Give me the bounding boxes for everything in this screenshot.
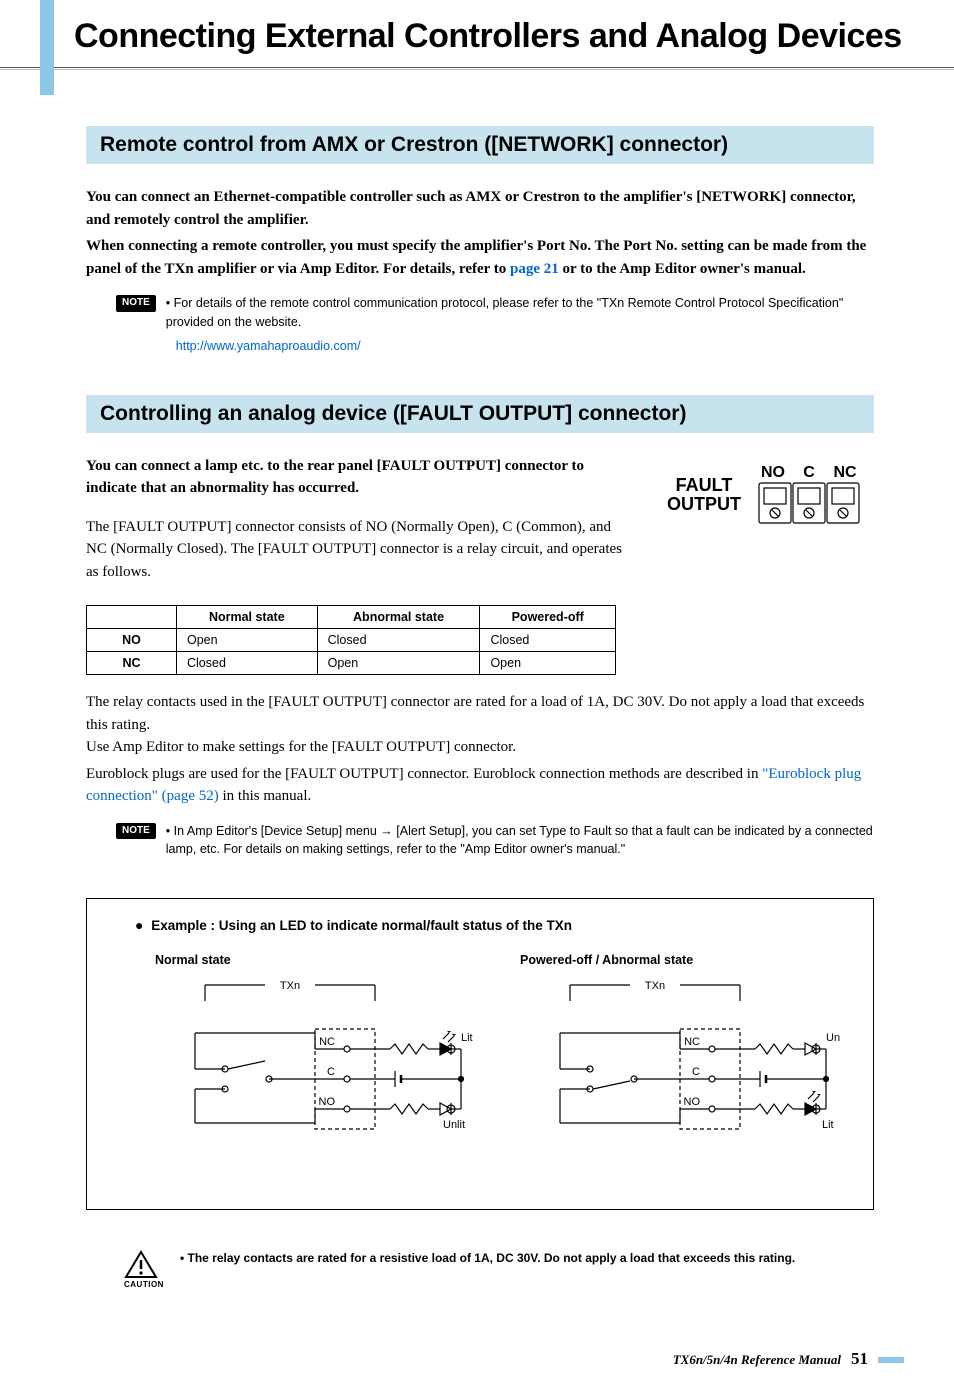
section1-intro-2: When connecting a remote controller, you…	[86, 235, 874, 280]
note-badge-2: NOTE	[116, 823, 156, 840]
after-table-3-post: in this manual.	[219, 788, 312, 804]
link-yamaha-url[interactable]: http://www.yamahaproaudio.com/	[176, 337, 874, 355]
caution-bullet: •	[180, 1251, 184, 1265]
link-page-21[interactable]: page 21	[510, 261, 559, 277]
section2-intro-1: You can connect a lamp etc. to the rear …	[86, 455, 630, 500]
note-body-2: • In Amp Editor's [Device Setup] menu → …	[166, 822, 874, 858]
svg-text:NO: NO	[684, 1096, 701, 1108]
chapter-title: Connecting External Controllers and Anal…	[0, 0, 954, 67]
note-bullet-2: •	[166, 824, 170, 838]
note-text-2: In Amp Editor's [Device Setup] menu → [A…	[166, 824, 873, 856]
state-table: Normal state Abnormal state Powered-off …	[86, 605, 616, 675]
note-block-2: NOTE • In Amp Editor's [Device Setup] me…	[116, 822, 874, 858]
note-bullet: •	[166, 296, 170, 310]
section1-intro-2-post: or to the Amp Editor owner's manual.	[559, 261, 806, 277]
after-table-1: The relay contacts used in the [FAULT OU…	[86, 691, 874, 736]
note-body-1: • For details of the remote control comm…	[166, 294, 874, 354]
caution-body-text: The relay contacts are rated for a resis…	[188, 1251, 796, 1265]
chapter-accent-bar	[40, 0, 54, 95]
svg-text:Lit: Lit	[822, 1119, 834, 1131]
caution-label: CAUTION	[124, 1280, 164, 1289]
note-text-1: For details of the remote control commun…	[166, 296, 844, 328]
svg-text:C: C	[692, 1066, 700, 1078]
tbl-row-no-label: NO	[87, 629, 177, 652]
footer-accent-bar	[878, 1357, 904, 1363]
tbl-cell: Closed	[317, 629, 480, 652]
table-row: NO Open Closed Closed	[87, 629, 616, 652]
svg-text:NO: NO	[319, 1096, 336, 1108]
tbl-header-blank	[87, 606, 177, 629]
after-table-2: Use Amp Editor to make settings for the …	[86, 736, 874, 759]
diagram-abnormal-label: Powered-off / Abnormal state	[520, 953, 845, 967]
after-table-3: Euroblock plugs are used for the [FAULT …	[86, 763, 874, 808]
tbl-header-abnormal: Abnormal state	[317, 606, 480, 629]
page-footer: TX6n/5n/4n Reference Manual 51	[0, 1289, 954, 1369]
after-table-3-pre: Euroblock plugs are used for the [FAULT …	[86, 766, 762, 782]
fault-output-connector-diagram: NO C NC	[757, 463, 861, 527]
tbl-cell: Closed	[480, 629, 616, 652]
note-block-1: NOTE • For details of the remote control…	[116, 294, 874, 354]
table-row: NC Closed Open Open	[87, 652, 616, 675]
svg-text:Lit: Lit	[461, 1032, 473, 1044]
diagram-title: ● Example : Using an LED to indicate nor…	[135, 917, 845, 933]
caution-icon: CAUTION	[124, 1250, 164, 1289]
pin-label-c: C	[803, 464, 815, 481]
fault-output-label-2: OUTPUT	[667, 495, 741, 514]
svg-text:TXn: TXn	[645, 980, 665, 992]
tbl-cell: Open	[480, 652, 616, 675]
diagram-normal-label: Normal state	[155, 953, 480, 967]
pin-label-no: NO	[761, 464, 785, 481]
section1-intro-1: You can connect an Ethernet-compatible c…	[86, 186, 874, 231]
circuit-diagram-normal: TXn NC	[135, 973, 475, 1153]
tbl-cell: Open	[177, 629, 318, 652]
fault-output-label-1: FAULT	[667, 476, 741, 495]
footer-page-number: 51	[851, 1349, 868, 1368]
footer-manual-name: TX6n/5n/4n Reference Manual	[673, 1352, 841, 1367]
example-diagram-box: ● Example : Using an LED to indicate nor…	[86, 898, 874, 1210]
pin-label-nc: NC	[833, 464, 857, 481]
title-rule	[0, 67, 954, 68]
warning-triangle-icon	[124, 1250, 158, 1280]
tbl-header-normal: Normal state	[177, 606, 318, 629]
circuit-diagram-abnormal: TXn NC	[500, 973, 840, 1153]
fault-output-label: FAULT OUTPUT	[667, 476, 741, 514]
section2-intro-2: The [FAULT OUTPUT] connector consists of…	[86, 516, 630, 584]
caution-text: • The relay contacts are rated for a res…	[180, 1250, 874, 1267]
tbl-header-poweroff: Powered-off	[480, 606, 616, 629]
section-heading-network: Remote control from AMX or Crestron ([NE…	[86, 126, 874, 164]
tbl-cell: Open	[317, 652, 480, 675]
svg-text:Unlit: Unlit	[443, 1119, 465, 1131]
svg-text:Unlit: Unlit	[826, 1032, 840, 1044]
svg-text:C: C	[327, 1066, 335, 1078]
caution-block: CAUTION • The relay contacts are rated f…	[124, 1250, 874, 1289]
section-heading-fault-output: Controlling an analog device ([FAULT OUT…	[86, 395, 874, 433]
diagram-title-bullet: ●	[135, 917, 143, 933]
diagram-title-text: Example : Using an LED to indicate norma…	[151, 918, 572, 933]
note-badge: NOTE	[116, 295, 156, 312]
svg-text:NC: NC	[319, 1036, 335, 1048]
tbl-cell: Closed	[177, 652, 318, 675]
tbl-row-nc-label: NC	[87, 652, 177, 675]
title-rule-2	[0, 69, 954, 70]
svg-text:TXn: TXn	[280, 980, 300, 992]
svg-text:NC: NC	[684, 1036, 700, 1048]
